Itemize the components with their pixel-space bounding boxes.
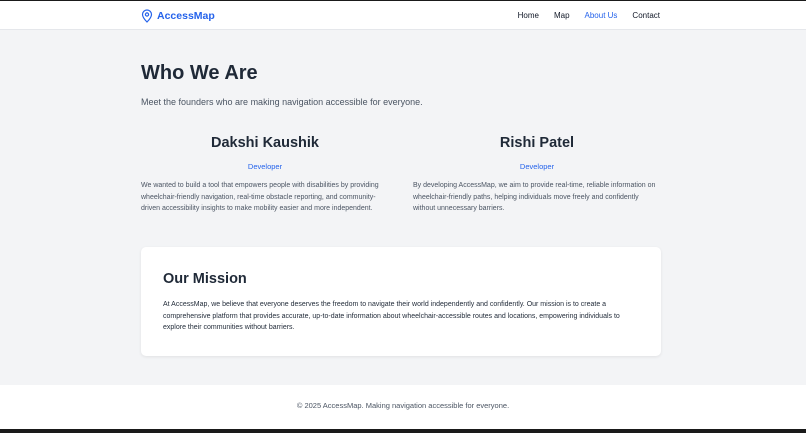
site-footer: © 2025 AccessMap. Making navigation acce…: [0, 385, 806, 429]
founder-name: Rishi Patel: [499, 135, 575, 151]
footer-copyright: © 2025 AccessMap. Making navigation acce…: [296, 401, 510, 410]
nav-map-link[interactable]: Map: [554, 11, 570, 21]
nav-about-link[interactable]: About Us: [585, 11, 618, 21]
founder-role: Developer: [519, 162, 555, 171]
mission-card: Our Mission At AccessMap, we believe tha…: [141, 247, 661, 356]
page-subtitle: Meet the founders who are making navigat…: [141, 97, 423, 107]
founder-bio: We wanted to build a tool that empowers …: [141, 182, 379, 213]
founder-card: Dakshi Kaushik Developer We wanted to bu…: [141, 135, 389, 215]
founder-bio: By developing AccessMap, we aim to provi…: [413, 182, 656, 213]
mission-text: At AccessMap, we believe that everyone d…: [163, 301, 620, 332]
map-pin-icon: [141, 9, 153, 23]
brand-logo-link[interactable]: AccessMap: [141, 8, 215, 24]
site-header: AccessMap Home Map About Us Contact: [0, 1, 806, 30]
main-nav: Home Map About Us Contact: [518, 11, 660, 21]
mission-title: Our Mission: [163, 271, 247, 287]
page-title: Who We Are: [141, 62, 258, 84]
nav-contact-link[interactable]: Contact: [632, 11, 660, 21]
brand-name: AccessMap: [157, 10, 215, 22]
founders-section: Dakshi Kaushik Developer We wanted to bu…: [141, 135, 661, 215]
founder-card: Rishi Patel Developer By developing Acce…: [413, 135, 661, 215]
founder-name: Dakshi Kaushik: [211, 135, 319, 151]
page: AccessMap Home Map About Us Contact Who …: [0, 1, 806, 429]
nav-home-link[interactable]: Home: [518, 11, 539, 21]
founder-role: Developer: [247, 162, 283, 171]
